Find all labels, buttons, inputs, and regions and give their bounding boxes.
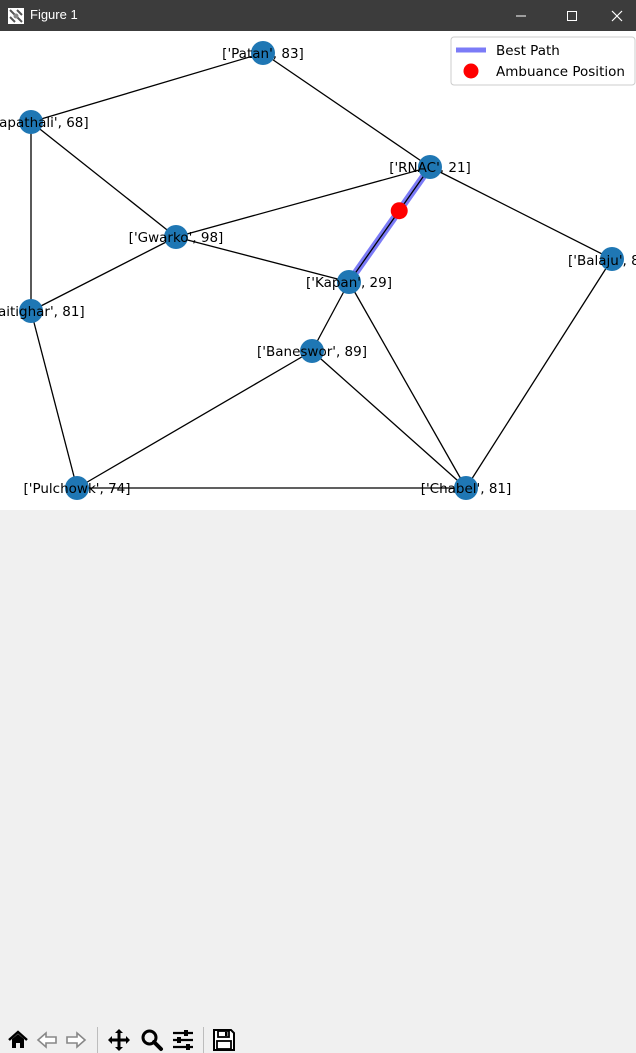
toolbar-separator [97, 1027, 98, 1053]
graph-edge [348, 281, 467, 489]
maximize-button[interactable] [549, 0, 595, 31]
minimize-button[interactable] [498, 0, 544, 31]
legend-ambulance-swatch [463, 63, 479, 79]
graph-edge [30, 310, 78, 489]
node-label-rnac: ['RNAC', 21] [389, 160, 471, 176]
graph-edge [76, 350, 313, 489]
ambulance-position-marker [390, 202, 408, 220]
legend-best-path-label: Best Path [496, 43, 560, 59]
configure-subplots-button[interactable] [170, 1027, 196, 1053]
node-label-balaju: ['Balaju', 8 [568, 253, 636, 269]
home-button[interactable] [5, 1027, 31, 1053]
title-bar[interactable]: Figure 1 [0, 0, 636, 31]
zoom-button[interactable] [139, 1027, 165, 1053]
magnifier-icon [141, 1029, 163, 1051]
move-icon [108, 1029, 130, 1051]
legend: Best Path Ambuance Position [450, 36, 636, 86]
graph-edge [262, 52, 431, 168]
minimize-icon [516, 15, 526, 16]
node-label-patan: ['Patan', 83] [222, 46, 304, 62]
back-button[interactable] [34, 1027, 60, 1053]
figure-window: Figure 1 ['Patan', 83] ['Thapathali', 68]… [0, 0, 636, 1053]
window-title: Figure 1 [30, 7, 78, 22]
home-icon [8, 1030, 28, 1048]
legend-ambulance-label: Ambuance Position [496, 64, 625, 80]
pan-button[interactable] [106, 1027, 132, 1053]
close-icon [611, 10, 623, 21]
graph-plot: ['Patan', 83] ['Thapathali', 68] ['RNAC', … [0, 36, 636, 500]
graph-edge [311, 350, 467, 489]
sliders-icon [173, 1030, 193, 1050]
figure-canvas[interactable]: ['Patan', 83] ['Thapathali', 68] ['RNAC', … [0, 31, 636, 510]
graph-edge [30, 121, 177, 238]
node-label-baneswor: ['Baneswor', 89] [257, 344, 367, 360]
graph-edge [348, 166, 431, 283]
back-arrow-icon [36, 1031, 57, 1049]
forward-button[interactable] [63, 1027, 89, 1053]
matplotlib-figure-icon [8, 8, 24, 24]
graph-edge [429, 166, 613, 260]
toolbar-separator [203, 1027, 204, 1053]
close-button[interactable] [594, 0, 636, 31]
graph-edge [30, 236, 177, 312]
save-button[interactable] [211, 1027, 237, 1053]
forward-arrow-icon [66, 1031, 87, 1049]
node-label-gwarko: ['Gwarko', 98] [129, 230, 224, 246]
node-label-thapathali: ['Thapathali', 68] [0, 115, 89, 131]
graph-edge [465, 258, 613, 489]
graph-edge [30, 52, 264, 123]
node-label-chabel: ['Chabel', 81] [421, 481, 512, 497]
navigation-toolbar [0, 510, 636, 1053]
floppy-disk-icon [213, 1029, 235, 1051]
node-label-maitighar: ['Maitighar', 81] [0, 304, 85, 320]
maximize-icon [567, 10, 577, 21]
node-label-pulchowk: ['Pulchowk', 74] [23, 481, 130, 497]
node-label-kapan: ['Kapan', 29] [306, 275, 392, 291]
